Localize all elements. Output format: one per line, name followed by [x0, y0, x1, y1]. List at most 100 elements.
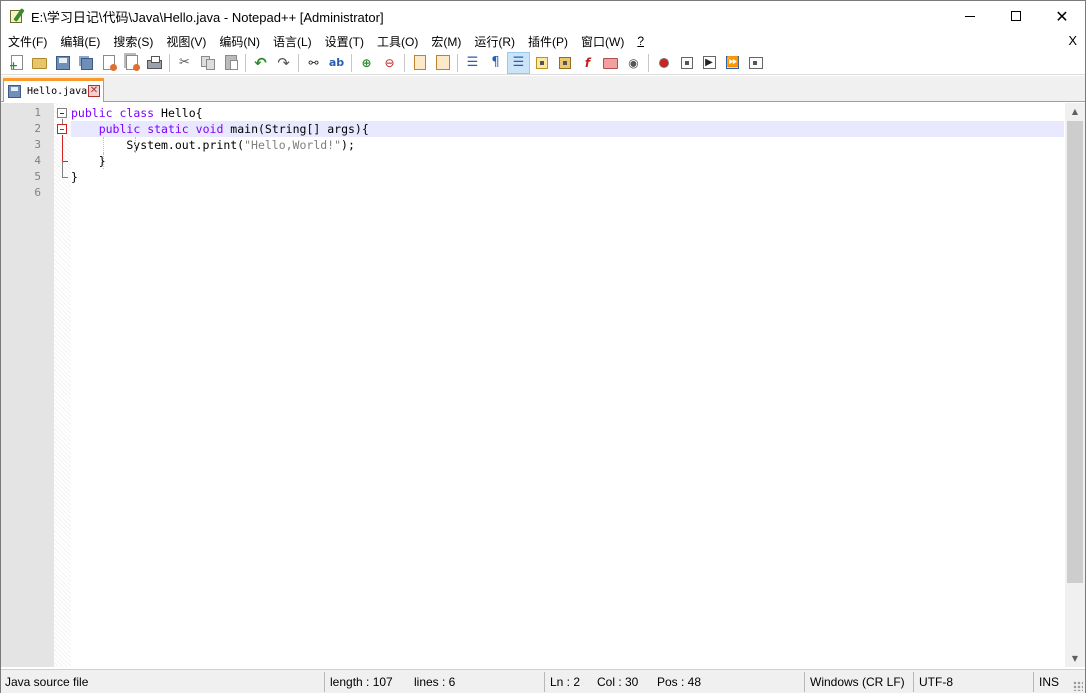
- status-eol-format[interactable]: Windows (CR LF): [806, 670, 905, 694]
- tab-hello-java[interactable]: Hello.java ✕: [3, 78, 104, 102]
- close-all-button[interactable]: [120, 52, 143, 74]
- status-divider: [324, 672, 325, 692]
- menu-encoding[interactable]: 编码(N): [213, 33, 266, 50]
- code-line[interactable]: }: [71, 169, 1064, 185]
- close-document-button[interactable]: X: [1068, 33, 1077, 48]
- vertical-scrollbar[interactable]: ▲ ▼: [1065, 103, 1085, 667]
- folder-as-workspace-button[interactable]: [599, 52, 622, 74]
- fold-collapse-icon[interactable]: [57, 124, 67, 134]
- close-file-icon: [101, 54, 117, 71]
- menu-run[interactable]: 运行(R): [468, 33, 521, 50]
- stop-recording-button[interactable]: [675, 52, 698, 74]
- save-button[interactable]: [51, 52, 74, 74]
- menu-language[interactable]: 语言(L): [267, 33, 318, 50]
- document-map-icon: [557, 55, 573, 71]
- zoom-in-button[interactable]: ⊕: [355, 52, 378, 74]
- status-line-position: Ln : 2: [550, 675, 581, 689]
- fold-line: [62, 135, 63, 161]
- word-wrap-button[interactable]: ☰: [461, 52, 484, 74]
- code-line[interactable]: System.out.print("Hello,World!");: [71, 137, 1064, 153]
- code-line[interactable]: public class Hello{: [71, 105, 1064, 121]
- function-list-button[interactable]: f: [576, 52, 599, 74]
- sync-horizontal-icon: [435, 54, 451, 71]
- copy-button[interactable]: [196, 52, 219, 74]
- indent-guide: [103, 137, 104, 153]
- scroll-up-icon[interactable]: ▲: [1065, 103, 1085, 120]
- menu-help[interactable]: ?: [631, 34, 650, 48]
- scrollbar-thumb[interactable]: [1067, 121, 1083, 583]
- fold-collapse-icon[interactable]: [57, 108, 67, 118]
- resize-grip-icon[interactable]: [1073, 681, 1083, 691]
- status-length: length : 107: [330, 675, 393, 689]
- sync-horizontal-button[interactable]: [431, 52, 454, 74]
- undo-button[interactable]: ↶: [249, 52, 272, 74]
- code-token: System.out.print(: [71, 138, 245, 152]
- notepad-app-icon[interactable]: [9, 8, 25, 24]
- code-line[interactable]: public static void main(String[] args){: [71, 121, 1064, 137]
- user-defined-language-button[interactable]: [530, 52, 553, 74]
- menu-tools[interactable]: 工具(O): [371, 33, 424, 50]
- close-icon: ✕: [1055, 6, 1069, 26]
- fast-forward-icon: ⏩: [725, 55, 739, 69]
- playback-macro-button[interactable]: ▶: [698, 52, 721, 74]
- menu-file[interactable]: 文件(F): [2, 33, 53, 50]
- open-file-icon: [31, 55, 48, 71]
- minimize-button[interactable]: [947, 1, 993, 31]
- menu-plugins[interactable]: 插件(P): [522, 33, 574, 50]
- code-token: Hello{: [154, 106, 203, 120]
- close-window-button[interactable]: ✕: [1039, 1, 1085, 31]
- paste-icon: [223, 54, 239, 71]
- indent-guide-button[interactable]: ☰: [507, 51, 530, 74]
- play-icon: ▶: [702, 55, 718, 71]
- new-file-icon: +: [9, 54, 25, 72]
- open-file-button[interactable]: [28, 52, 51, 74]
- paste-button[interactable]: [219, 52, 242, 74]
- replace-button[interactable]: ab: [325, 52, 348, 74]
- status-position: Pos : 48: [657, 675, 702, 689]
- status-insert-mode[interactable]: INS: [1035, 670, 1059, 694]
- sync-vertical-icon: [412, 54, 428, 71]
- toolbar: + ✂ ↶ ↷ ⚯ ab ⊕ ⊖ ☰ ¶ ☰ f ◉ ▶ ⏩: [1, 51, 1085, 75]
- saved-state-icon: [8, 85, 21, 98]
- document-map-button[interactable]: [553, 52, 576, 74]
- menu-view[interactable]: 视图(V): [160, 33, 212, 50]
- save-all-button[interactable]: [74, 52, 97, 74]
- status-divider: [804, 672, 805, 692]
- find-button[interactable]: ⚯: [302, 52, 325, 74]
- editor[interactable]: 1 2 3 4 5 6 public class Hello{ public s…: [1, 103, 1085, 667]
- show-all-characters-button[interactable]: ¶: [484, 52, 507, 74]
- code-line[interactable]: [71, 185, 1064, 201]
- toolbar-separator: [169, 53, 170, 72]
- zoom-out-icon: ⊖: [384, 55, 395, 70]
- status-language: Java source file: [5, 675, 89, 689]
- code-line[interactable]: }: [71, 153, 1064, 169]
- menu-settings[interactable]: 设置(T): [319, 33, 370, 50]
- close-file-button[interactable]: [97, 52, 120, 74]
- zoom-out-button[interactable]: ⊖: [378, 52, 401, 74]
- code-text-area[interactable]: public class Hello{ public static void m…: [71, 103, 1064, 667]
- save-macro-button[interactable]: [744, 52, 767, 74]
- menu-macro[interactable]: 宏(M): [425, 33, 467, 50]
- menu-search[interactable]: 搜索(S): [107, 33, 159, 50]
- fold-margin[interactable]: [54, 103, 71, 667]
- status-encoding[interactable]: UTF-8: [915, 670, 953, 694]
- cut-button[interactable]: ✂: [173, 52, 196, 74]
- redo-button[interactable]: ↷: [272, 52, 295, 74]
- print-button[interactable]: [143, 52, 166, 74]
- new-file-button[interactable]: +: [5, 52, 28, 74]
- scroll-down-icon[interactable]: ▼: [1065, 650, 1085, 667]
- undo-icon: ↶: [254, 53, 267, 72]
- run-macro-multiple-button[interactable]: ⏩: [721, 52, 744, 74]
- record-macro-button[interactable]: [652, 52, 675, 74]
- code-token: }: [71, 170, 78, 184]
- menu-edit[interactable]: 编辑(E): [54, 33, 106, 50]
- monitoring-button[interactable]: ◉: [622, 52, 645, 74]
- title-bar[interactable]: E:\学习日记\代码\Java\Hello.java - Notepad++ […: [1, 1, 1085, 31]
- maximize-button[interactable]: [993, 1, 1039, 31]
- sync-vertical-button[interactable]: [408, 52, 431, 74]
- tab-close-icon[interactable]: ✕: [88, 85, 100, 97]
- folder-icon: [602, 55, 619, 71]
- menu-window[interactable]: 窗口(W): [575, 33, 630, 50]
